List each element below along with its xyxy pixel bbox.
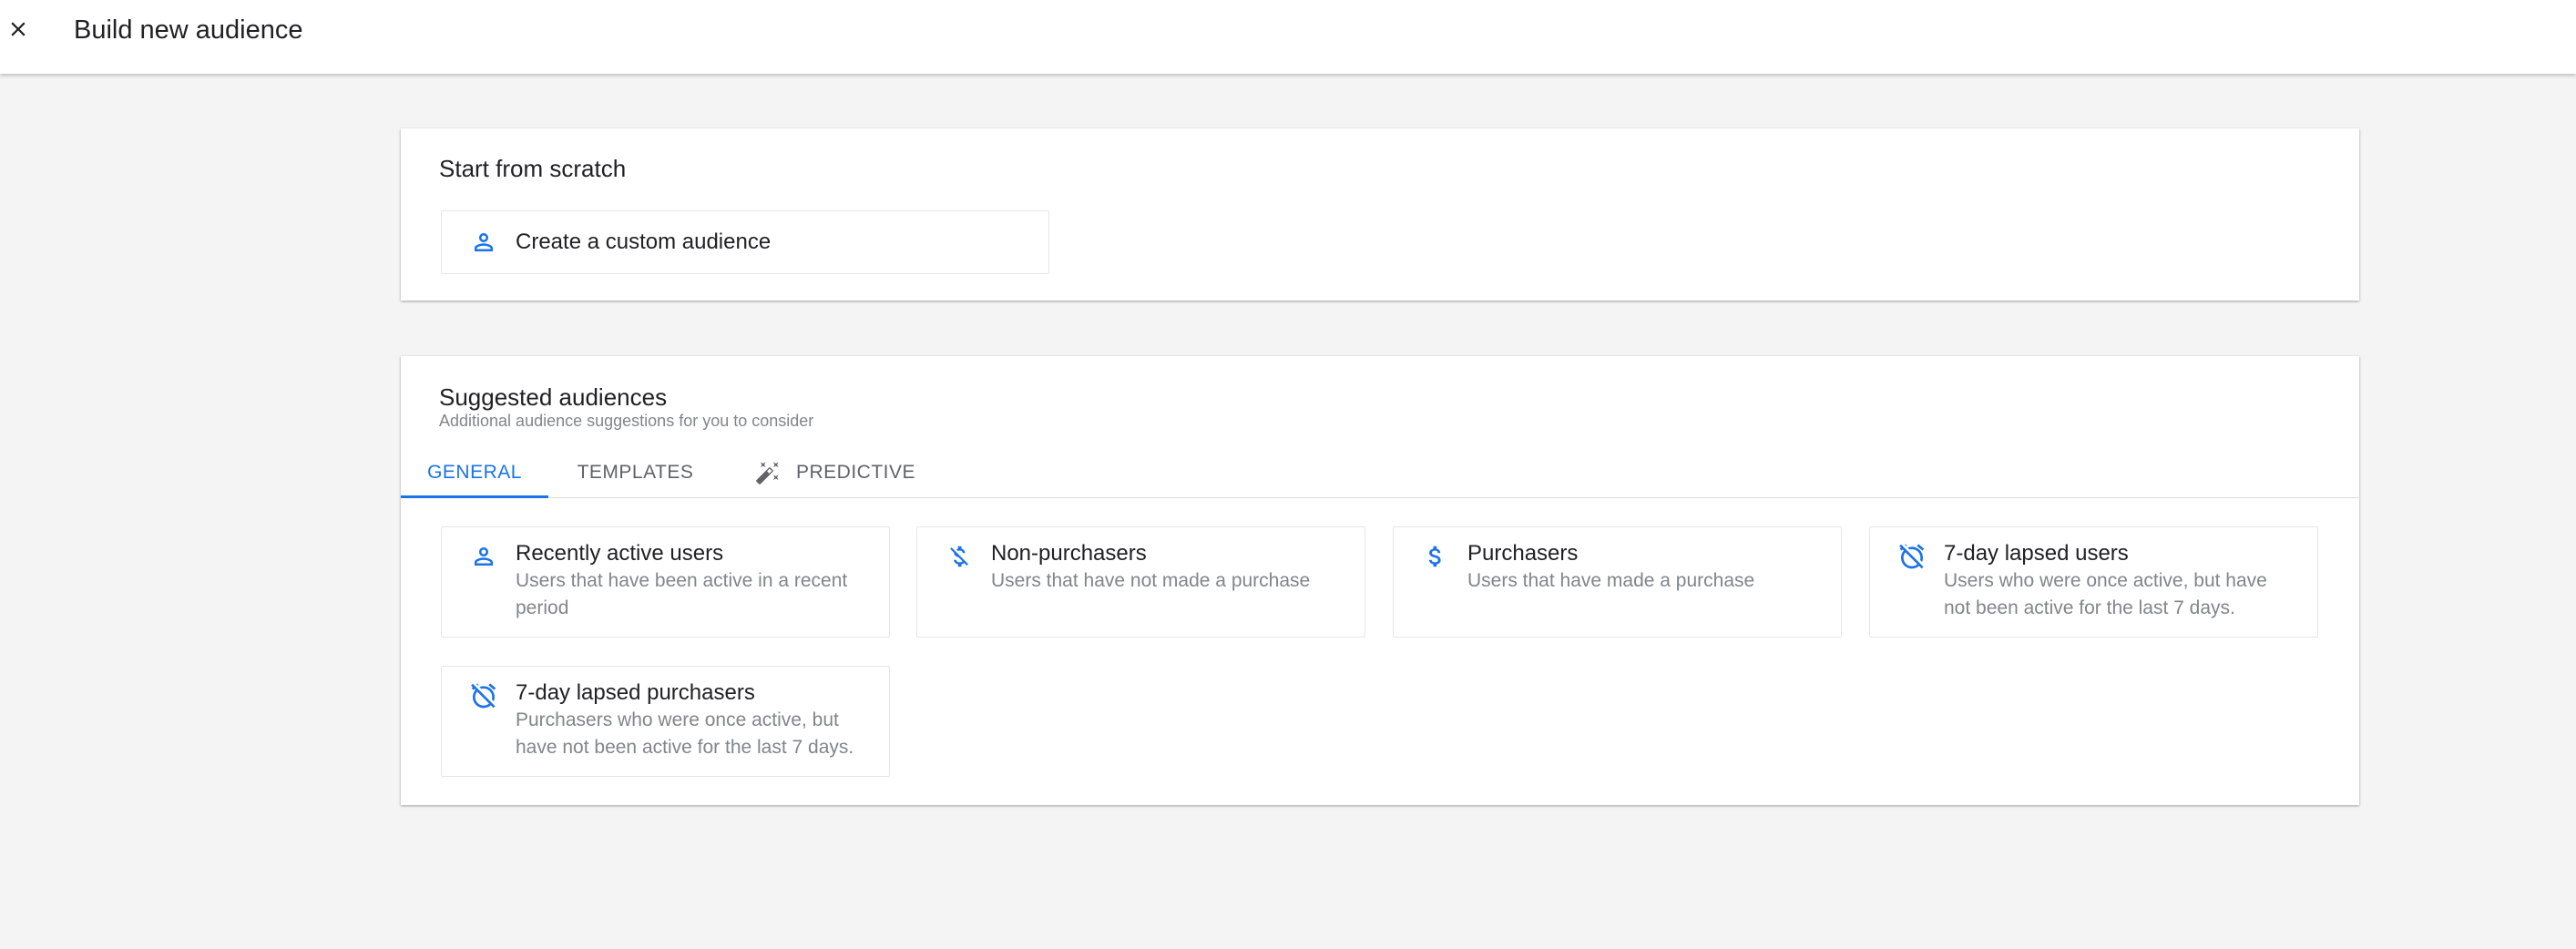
seven-day-lapsed-purchasers-option[interactable]: 7-day lapsed purchasers Purchasers who w… (441, 666, 890, 777)
dollar-icon (1421, 542, 1450, 571)
tab-predictive[interactable]: PREDICTIVE (754, 447, 923, 498)
person-icon (469, 228, 498, 257)
start-from-scratch-card: Start from scratch Create a custom audie… (401, 128, 2359, 301)
tab-templates[interactable]: TEMPLATES (565, 447, 706, 498)
suggested-audiences-card: Suggested audiences Additional audience … (401, 356, 2359, 805)
seven-day-lapsed-purchasers-description: Purchasers who were once active, but hav… (516, 709, 854, 758)
alarm-off-icon (469, 681, 498, 710)
tab-templates-label: TEMPLATES (577, 462, 694, 483)
create-custom-audience-label: Create a custom audience (516, 230, 772, 254)
tab-general-label: GENERAL (427, 462, 522, 483)
recently-active-users-option[interactable]: Recently active users Users that have be… (441, 526, 890, 638)
non-purchasers-description: Users that have not made a purchase (991, 570, 1311, 591)
non-purchasers-title: Non-purchasers (991, 541, 1147, 566)
person-icon (469, 542, 498, 571)
suggested-audiences-title: Suggested audiences (439, 383, 668, 411)
start-from-scratch-title: Start from scratch (439, 155, 627, 182)
alarm-off-icon (1897, 542, 1927, 571)
close-button[interactable] (0, 11, 36, 47)
recently-active-users-title: Recently active users (516, 541, 724, 566)
seven-day-lapsed-users-title: 7-day lapsed users (1944, 541, 2129, 566)
recently-active-users-description: Users that have been active in a recent … (516, 570, 848, 618)
seven-day-lapsed-users-option[interactable]: 7-day lapsed users Users who were once a… (1869, 526, 2318, 638)
magic-wand-icon (754, 459, 782, 486)
purchasers-option[interactable]: Purchasers Users that have made a purcha… (1393, 526, 1842, 638)
seven-day-lapsed-purchasers-title: 7-day lapsed purchasers (516, 680, 755, 705)
create-custom-audience-option[interactable]: Create a custom audience (441, 210, 1049, 274)
tab-general[interactable]: GENERAL (401, 447, 548, 498)
seven-day-lapsed-users-description: Users who were once active, but have not… (1944, 570, 2267, 618)
suggested-audiences-subtitle: Additional audience suggestions for you … (439, 412, 814, 430)
purchasers-title: Purchasers (1467, 541, 1579, 566)
close-icon[interactable] (6, 17, 30, 41)
purchasers-description: Users that have made a purchase (1467, 570, 1755, 591)
money-off-icon (945, 542, 974, 571)
non-purchasers-option[interactable]: Non-purchasers Users that have not made … (916, 526, 1365, 638)
top-bar: Build new audience (0, 0, 2576, 74)
audience-tabs: GENERAL TEMPLATES PREDICTIVE (401, 447, 2359, 498)
active-tab-indicator (401, 495, 548, 498)
page-title: Build new audience (74, 15, 303, 45)
tab-predictive-label: PREDICTIVE (796, 462, 916, 483)
